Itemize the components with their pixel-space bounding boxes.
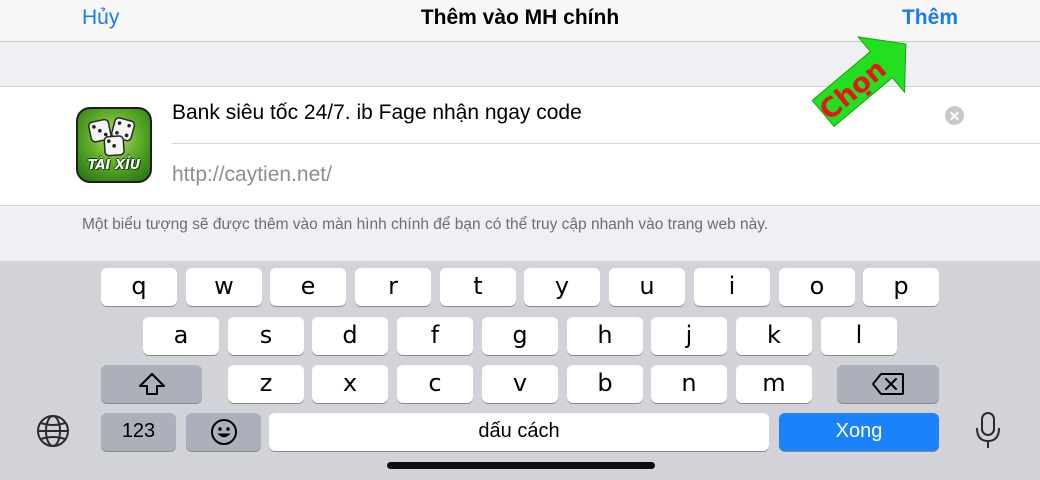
key-d[interactable]: d bbox=[312, 317, 388, 355]
key-q[interactable]: q bbox=[101, 268, 177, 306]
numbers-key[interactable]: 123 bbox=[101, 413, 176, 451]
emoji-key[interactable] bbox=[186, 413, 261, 451]
key-r[interactable]: r bbox=[355, 268, 431, 306]
home-indicator[interactable] bbox=[387, 462, 655, 469]
shift-key[interactable] bbox=[101, 365, 202, 403]
key-i[interactable]: i bbox=[694, 268, 770, 306]
emoji-icon bbox=[210, 419, 237, 445]
divider bbox=[172, 143, 1040, 144]
key-m[interactable]: m bbox=[736, 365, 812, 403]
keyboard: q w e r t y u i o p a s d f g h j k l z … bbox=[0, 261, 1040, 480]
shift-icon bbox=[138, 373, 165, 395]
done-key[interactable]: Xong bbox=[779, 413, 939, 451]
key-x[interactable]: x bbox=[312, 365, 388, 403]
key-b[interactable]: b bbox=[567, 365, 643, 403]
key-g[interactable]: g bbox=[482, 317, 558, 355]
footnote: Một biểu tượng sẽ được thêm vào màn hình… bbox=[82, 216, 769, 233]
key-w[interactable]: w bbox=[186, 268, 262, 306]
key-p[interactable]: p bbox=[863, 268, 939, 306]
key-h[interactable]: h bbox=[567, 317, 643, 355]
key-s[interactable]: s bbox=[228, 317, 304, 355]
arrow-annotation: Chọn bbox=[811, 36, 907, 128]
key-a[interactable]: a bbox=[143, 317, 219, 355]
key-f[interactable]: f bbox=[397, 317, 473, 355]
key-t[interactable]: t bbox=[440, 268, 516, 306]
clear-icon[interactable] bbox=[945, 106, 964, 125]
key-k[interactable]: k bbox=[736, 317, 812, 355]
space-key[interactable]: dấu cách bbox=[269, 413, 769, 451]
key-n[interactable]: n bbox=[651, 365, 727, 403]
bookmark-url: http://caytien.net/ bbox=[172, 163, 332, 186]
key-v[interactable]: v bbox=[482, 365, 558, 403]
delete-icon bbox=[872, 373, 904, 395]
key-z[interactable]: z bbox=[228, 365, 304, 403]
microphone-icon[interactable] bbox=[974, 411, 1002, 456]
key-y[interactable]: y bbox=[524, 268, 600, 306]
key-o[interactable]: o bbox=[779, 268, 855, 306]
globe-icon[interactable] bbox=[36, 414, 70, 453]
key-j[interactable]: j bbox=[651, 317, 727, 355]
delete-key[interactable] bbox=[837, 365, 939, 403]
key-u[interactable]: u bbox=[609, 268, 685, 306]
site-icon: TÀI XỈU bbox=[76, 107, 152, 183]
site-icon-label: TÀI XỈU bbox=[87, 158, 141, 173]
key-c[interactable]: c bbox=[397, 365, 473, 403]
key-e[interactable]: e bbox=[270, 268, 346, 306]
bookmark-title-input[interactable]: Bank siêu tốc 24/7. ib Fage nhận ngay co… bbox=[172, 101, 582, 125]
key-l[interactable]: l bbox=[821, 317, 897, 355]
